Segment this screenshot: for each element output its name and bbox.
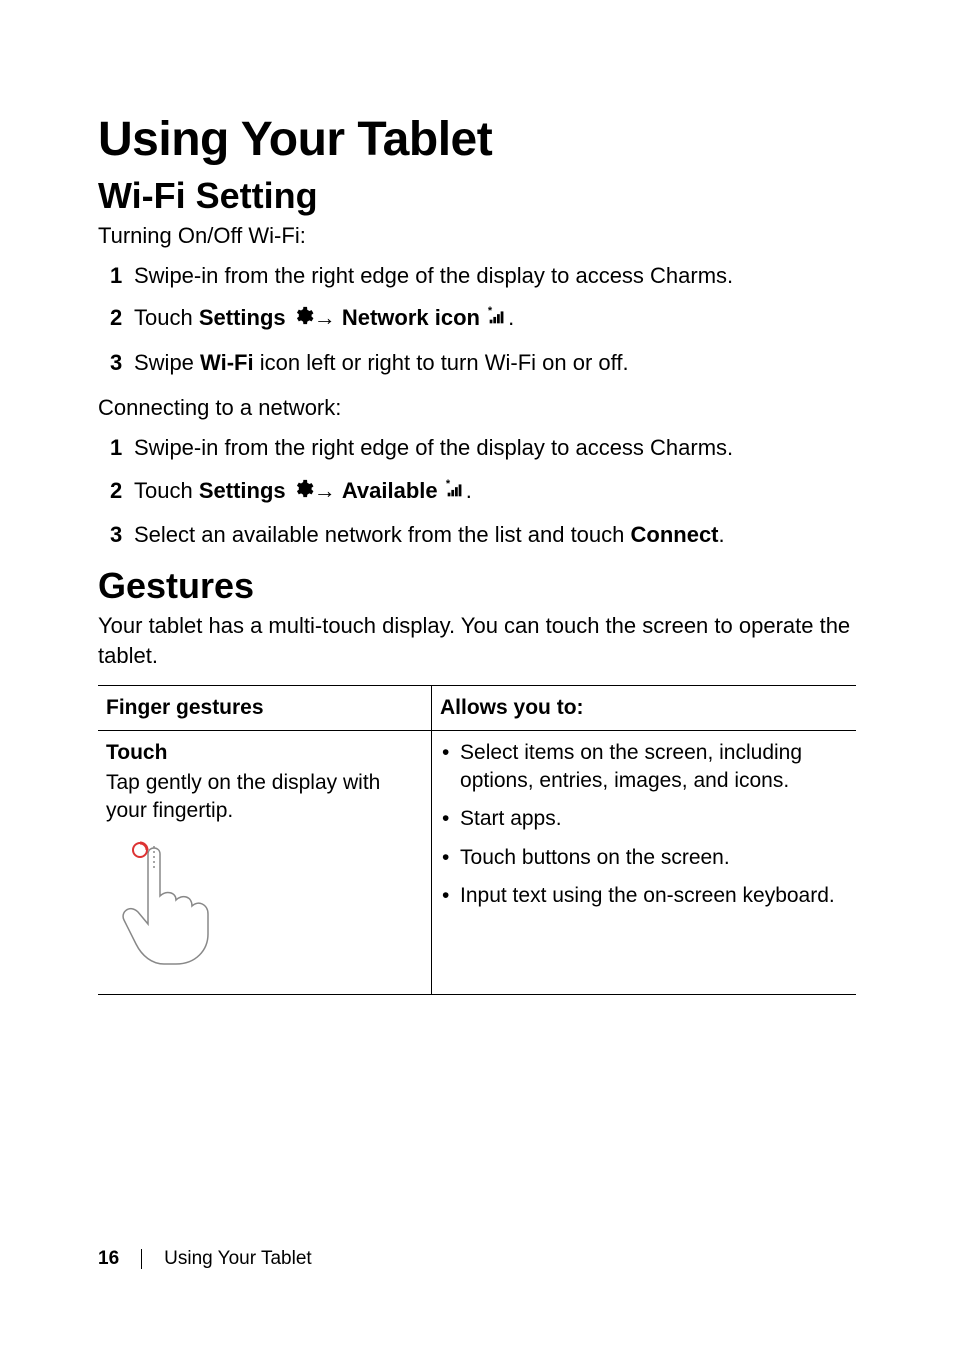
wifi-turning-steps: Swipe-in from the right edge of the disp… — [98, 261, 856, 379]
step-item: Swipe-in from the right edge of the disp… — [98, 433, 856, 464]
wifi-turning-label: Turning On/Off Wi-Fi: — [98, 221, 856, 251]
step-text: . — [466, 478, 472, 503]
step-bold: Settings — [199, 478, 292, 503]
wifi-connecting-label: Connecting to a network: — [98, 393, 856, 423]
page: Using Your Tablet Wi-Fi Setting Turning … — [0, 0, 954, 1354]
table-row: Touch Tap gently on the display with you… — [98, 730, 856, 994]
footer-separator — [141, 1249, 142, 1269]
step-item: Swipe Wi-Fi icon left or right to turn W… — [98, 348, 856, 379]
step-text: . — [508, 305, 514, 330]
step-text: Swipe-in from the right edge of the disp… — [134, 435, 733, 460]
step-bold: Network icon — [342, 305, 486, 330]
page-number: 16 — [98, 1248, 119, 1270]
footer-section: Using Your Tablet — [164, 1248, 312, 1270]
gesture-cell: Touch Tap gently on the display with you… — [98, 730, 432, 994]
list-item: Touch buttons on the screen. — [440, 844, 848, 872]
step-text: Swipe — [134, 350, 200, 375]
gestures-table: Finger gestures Allows you to: Touch Tap… — [98, 685, 856, 995]
gear-icon — [292, 478, 314, 509]
step-text: Select an available network from the lis… — [134, 522, 631, 547]
allows-cell: Select items on the screen, including op… — [432, 730, 856, 994]
table-header-col2: Allows you to: — [432, 685, 856, 730]
step-text: icon left or right to turn Wi-Fi on or o… — [254, 350, 629, 375]
page-footer: 16 Using Your Tablet — [98, 1248, 312, 1270]
list-item: Input text using the on-screen keyboard. — [440, 882, 848, 910]
wifi-heading: Wi-Fi Setting — [98, 175, 856, 217]
step-text: → — [314, 478, 342, 503]
step-item: Swipe-in from the right edge of the disp… — [98, 261, 856, 292]
svg-text:*: * — [446, 478, 451, 490]
list-item: Start apps. — [440, 805, 848, 833]
gesture-desc: Tap gently on the display with your fing… — [106, 769, 423, 826]
step-item: Select an available network from the lis… — [98, 520, 856, 551]
allows-list: Select items on the screen, including op… — [440, 739, 848, 911]
gestures-intro: Your tablet has a multi-touch display. Y… — [98, 611, 856, 670]
svg-text:*: * — [488, 306, 493, 318]
step-item: Touch Settings → Network icon *. — [98, 303, 856, 336]
gestures-heading: Gestures — [98, 565, 856, 607]
step-bold: Settings — [199, 305, 292, 330]
step-item: Touch Settings → Available *. — [98, 476, 856, 509]
step-bold: Wi-Fi — [200, 350, 254, 375]
step-text: . — [719, 522, 725, 547]
step-text: → — [314, 305, 342, 330]
network-icon: * — [486, 305, 508, 336]
step-bold: Available — [342, 478, 444, 503]
network-icon: * — [444, 478, 466, 509]
list-item: Select items on the screen, including op… — [440, 739, 848, 796]
step-text: Swipe-in from the right edge of the disp… — [134, 263, 733, 288]
step-bold: Connect — [631, 522, 719, 547]
step-text: Touch — [134, 478, 199, 503]
page-title: Using Your Tablet — [98, 112, 856, 167]
touch-gesture-icon — [110, 840, 423, 978]
step-text: Touch — [134, 305, 199, 330]
gesture-name: Touch — [106, 739, 423, 767]
wifi-connecting-steps: Swipe-in from the right edge of the disp… — [98, 433, 856, 551]
gear-icon — [292, 305, 314, 336]
table-header-col1: Finger gestures — [98, 685, 432, 730]
